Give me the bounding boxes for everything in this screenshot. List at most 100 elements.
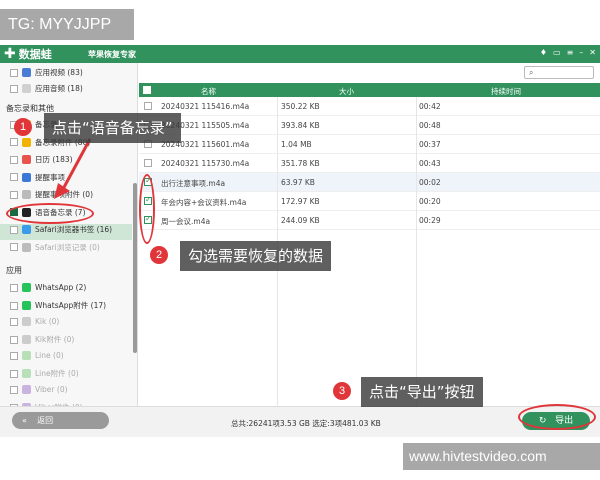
category-icon: [22, 242, 31, 252]
cell-size: 350.22 KB: [281, 102, 320, 111]
category-icon: [22, 84, 31, 93]
sidebar-item-checkbox[interactable]: [10, 243, 18, 251]
sidebar-item-checkbox[interactable]: [10, 138, 18, 146]
row-checkbox[interactable]: [144, 159, 152, 167]
cell-name: 周一会议.m4a: [161, 217, 211, 226]
sidebar-item-label: WhatsApp (2): [35, 283, 87, 292]
sidebar-item-checkbox[interactable]: [10, 283, 18, 292]
table-row[interactable]: 出行注意事项.m4a 63.97 KB 00:02: [139, 173, 600, 192]
sidebar-item[interactable]: Line (0): [10, 351, 64, 360]
sidebar-item-label: 应用视频 (83): [35, 68, 83, 77]
step-1-callout: 点击“语音备忘录”: [44, 113, 181, 143]
selection-status: 总共:26241项3.53 GB 选定:3项481.03 KB: [231, 419, 381, 428]
table-row[interactable]: 20240321 115505.m4a 393.84 KB 00:48: [139, 116, 600, 135]
sidebar-item-label: Safari浏览器书签 (16): [35, 225, 113, 234]
site-watermark: www.hivtestvideo.com: [403, 443, 600, 470]
sidebar-item-checkbox[interactable]: [10, 351, 18, 360]
sidebar-item-checkbox[interactable]: [10, 369, 18, 378]
cell-size: 1.04 MB: [281, 140, 312, 149]
sidebar-item-checkbox[interactable]: [10, 385, 18, 394]
category-icon: [22, 385, 31, 394]
sidebar-item[interactable]: Safari浏览记录 (0): [10, 242, 100, 253]
sidebar-item-checkbox[interactable]: [10, 68, 18, 77]
sidebar-item-label: Safari浏览记录 (0): [35, 242, 100, 252]
cell-duration: 00:43: [419, 159, 441, 168]
channel-tag: TG: MYYJJPP: [0, 9, 134, 40]
minimize-icon[interactable]: –: [579, 48, 583, 57]
window-controls: ♦ ▭ ≡ – ✕: [540, 48, 596, 57]
footer-bar: « 返回 总共:26241项3.53 GB 选定:3项481.03 KB ↻ 导…: [0, 406, 600, 437]
col-size-header[interactable]: 大小: [339, 86, 354, 97]
table-header: 名称 大小 持续时间: [139, 83, 600, 97]
sidebar-scrollbar[interactable]: [133, 183, 137, 353]
sidebar-item[interactable]: 应用音频 (18): [10, 83, 83, 94]
sidebar-item-label: WhatsApp附件 (17): [35, 301, 107, 310]
highlight-ring-checkboxes: [139, 174, 155, 244]
sidebar-item[interactable]: Kik附件 (0): [10, 334, 74, 345]
category-icon: [22, 351, 31, 360]
app-brand: ✚ 数据蛙: [4, 46, 52, 62]
sidebar-item[interactable]: Kik (0): [10, 317, 59, 326]
cell-name: 20240321 115730.m4a: [161, 159, 250, 168]
sidebar-item-checkbox[interactable]: [10, 335, 18, 344]
search-input[interactable]: ⌕: [524, 66, 594, 79]
cell-duration: 00:48: [419, 121, 441, 130]
table-row[interactable]: 20240321 115730.m4a 351.78 KB 00:43: [139, 154, 600, 173]
category-icon: [22, 335, 31, 344]
vip-icon[interactable]: ♦: [540, 48, 547, 57]
cell-name: 出行注意事项.m4a: [161, 179, 226, 188]
table-row[interactable]: 周一会议.m4a 244.09 KB 00:29: [139, 211, 600, 230]
menu-icon[interactable]: ≡: [567, 48, 574, 57]
highlight-ring-export: [518, 404, 596, 430]
table-row[interactable]: 20240321 115416.m4a 350.22 KB 00:42: [139, 97, 600, 116]
sidebar-item-checkbox[interactable]: [10, 84, 18, 93]
sidebar-item[interactable]: Safari浏览器书签 (16): [10, 224, 112, 235]
section-apps-heading: 应用: [6, 266, 22, 275]
search-icon: ⌕: [529, 68, 534, 77]
sidebar-item-checkbox[interactable]: [10, 173, 18, 181]
cell-size: 63.97 KB: [281, 178, 315, 187]
category-icon: [22, 317, 31, 326]
step-2-badge: 2: [150, 246, 168, 264]
sidebar-item-checkbox[interactable]: [10, 225, 18, 234]
cell-duration: 00:20: [419, 197, 441, 206]
sidebar-item-label: Kik (0): [35, 317, 60, 326]
logo-plus-icon: ✚: [4, 46, 16, 62]
cell-size: 351.78 KB: [281, 159, 320, 168]
annotation-arrow-icon: [54, 138, 92, 199]
row-checkbox[interactable]: [144, 102, 152, 110]
back-button[interactable]: « 返回: [12, 412, 109, 429]
double-chevron-left-icon: «: [22, 416, 27, 425]
col-duration-header[interactable]: 持续时间: [491, 86, 521, 97]
category-icon: [22, 137, 31, 147]
table-row[interactable]: 年会内容+会议资料.m4a 172.97 KB 00:20: [139, 192, 600, 211]
file-list-panel: ⌕ 名称 大小 持续时间 20240321 115416.m4a 350.22 K…: [139, 63, 600, 406]
cell-size: 172.97 KB: [281, 197, 320, 206]
sidebar-item-checkbox[interactable]: [10, 317, 18, 326]
sidebar-item-label: Line (0): [35, 351, 64, 360]
sidebar-item[interactable]: Line附件 (0): [10, 368, 79, 379]
chat-icon[interactable]: ▭: [553, 48, 561, 57]
step-1-badge: 1: [14, 118, 32, 136]
sidebar-item[interactable]: WhatsApp附件 (17): [10, 300, 106, 311]
sidebar-item-checkbox[interactable]: [10, 190, 18, 199]
select-all-checkbox[interactable]: [143, 86, 151, 94]
step-3-callout: 点击“导出”按钮: [361, 377, 483, 407]
sidebar-item-checkbox[interactable]: [10, 155, 18, 164]
sidebar-item-checkbox[interactable]: [10, 301, 18, 310]
sidebar-item[interactable]: 应用视频 (83): [10, 67, 83, 78]
cell-duration: 00:37: [419, 140, 441, 149]
step-2-callout: 勾选需要恢复的数据: [180, 241, 332, 271]
cell-duration: 00:29: [419, 216, 441, 225]
cell-duration: 00:42: [419, 102, 441, 111]
cell-size: 244.09 KB: [281, 216, 320, 225]
sidebar-item[interactable]: Viber (0): [10, 385, 68, 394]
category-icon: [22, 283, 31, 292]
col-name-header[interactable]: 名称: [201, 86, 216, 97]
close-icon[interactable]: ✕: [589, 48, 596, 57]
sidebar-item[interactable]: WhatsApp (2): [10, 283, 86, 292]
table-row[interactable]: 20240321 115601.m4a 1.04 MB 00:37: [139, 135, 600, 154]
step-3-badge: 3: [333, 382, 351, 400]
brand-name: 数据蛙: [18, 48, 52, 61]
category-icon: [22, 301, 31, 310]
